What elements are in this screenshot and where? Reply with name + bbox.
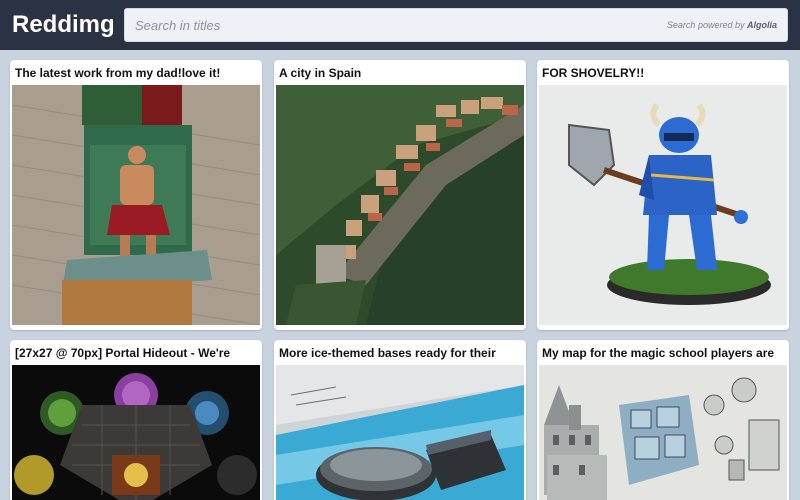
- post-title[interactable]: [27x27 @ 70px] Portal Hideout - We're: [15, 346, 258, 360]
- search-box[interactable]: Search powered by Algolia: [124, 8, 788, 42]
- post-card[interactable]: The latest work from my dad!love it!: [10, 60, 262, 330]
- post-title[interactable]: More ice-themed bases ready for their: [279, 346, 522, 360]
- post-image[interactable]: [276, 85, 524, 325]
- post-card[interactable]: [27x27 @ 70px] Portal Hideout - We're: [10, 340, 262, 500]
- brand-logo[interactable]: Reddimg: [12, 10, 115, 40]
- post-title[interactable]: A city in Spain: [279, 66, 522, 80]
- powered-prefix: Search powered by: [666, 20, 745, 30]
- algolia-label: Algolia: [746, 20, 777, 30]
- post-title[interactable]: FOR SHOVELRY!!: [542, 66, 785, 80]
- battle-map-portal-icon: [12, 365, 260, 500]
- magic-school-map-icon: [539, 365, 787, 500]
- post-image[interactable]: [539, 85, 787, 325]
- post-title[interactable]: The latest work from my dad!love it!: [15, 66, 258, 80]
- post-image[interactable]: [276, 365, 524, 500]
- post-card[interactable]: A city in Spain: [274, 60, 526, 330]
- post-card[interactable]: FOR SHOVELRY!!: [537, 60, 789, 330]
- cliffside-city-aerial-icon: [276, 85, 524, 325]
- post-image[interactable]: [12, 365, 260, 500]
- ice-bases-icon: [276, 365, 524, 500]
- powered-by[interactable]: Search powered by Algolia: [667, 20, 777, 30]
- shovel-knight-miniature-icon: [539, 85, 787, 325]
- post-card[interactable]: My map for the magic school players are: [537, 340, 789, 500]
- miniature-barbarian-throne-icon: [12, 85, 260, 325]
- top-bar: Reddimg Search powered by Algolia: [0, 0, 800, 50]
- post-image[interactable]: [12, 85, 260, 325]
- post-image[interactable]: [539, 365, 787, 500]
- post-title[interactable]: My map for the magic school players are: [542, 346, 785, 360]
- post-card[interactable]: More ice-themed bases ready for their: [274, 340, 526, 500]
